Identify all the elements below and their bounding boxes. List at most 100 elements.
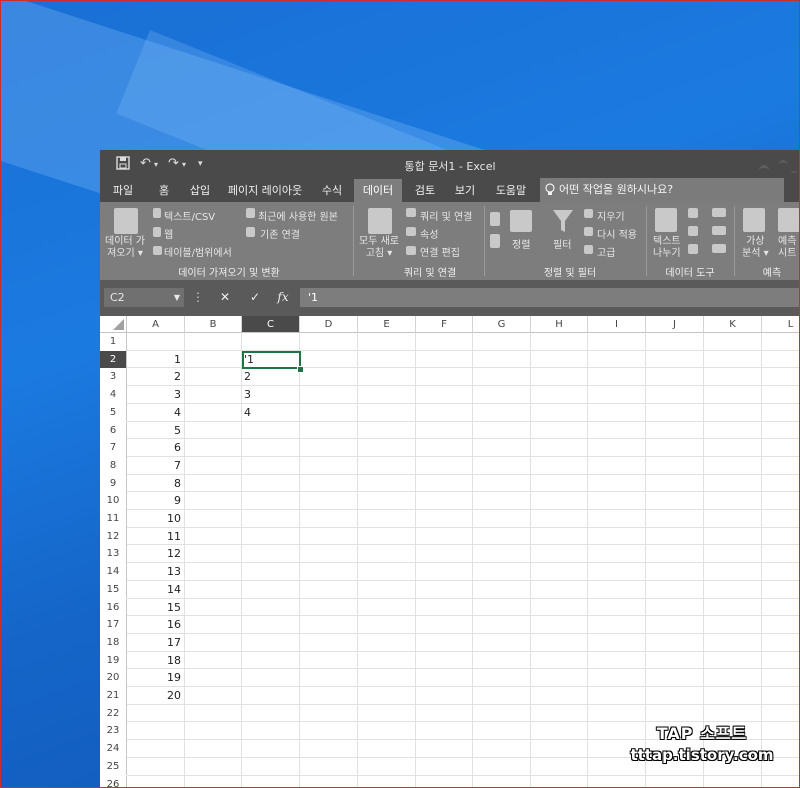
cell-a[interactable]: 11	[127, 528, 181, 546]
sort-asc-icon[interactable]	[490, 212, 500, 226]
row-header[interactable]: 18	[100, 633, 127, 652]
cell-a[interactable]: 17	[127, 634, 181, 652]
select-all-button[interactable]	[100, 316, 127, 333]
properties-button[interactable]: 속성	[420, 226, 438, 241]
row-header[interactable]: 4	[100, 386, 127, 404]
row-header[interactable]: 9	[100, 474, 127, 493]
data-validation-icon[interactable]	[688, 244, 698, 254]
column-header-b[interactable]: B	[185, 316, 242, 333]
flash-fill-icon[interactable]	[688, 208, 698, 218]
column-header-j[interactable]: J	[646, 316, 704, 333]
cell-a[interactable]: 15	[127, 599, 181, 617]
row-header[interactable]: 15	[100, 580, 127, 599]
from-table-button[interactable]: 테이블/범위에서	[164, 244, 232, 259]
cell-c[interactable]: 2	[244, 368, 298, 386]
from-text-csv-button[interactable]: 텍스트/CSV	[164, 208, 215, 223]
enter-icon[interactable]: ✓	[242, 288, 268, 307]
remove-duplicates-icon[interactable]	[688, 226, 698, 236]
cell-a[interactable]: 4	[127, 404, 181, 422]
clear-button[interactable]: 지우기	[597, 208, 625, 223]
column-header-l[interactable]: L	[762, 316, 800, 333]
row-header[interactable]: 10	[100, 492, 127, 510]
cell-a[interactable]: 10	[127, 510, 181, 528]
row-header[interactable]: 1	[100, 333, 127, 351]
column-header-k[interactable]: K	[704, 316, 762, 333]
cell-a[interactable]: 13	[127, 563, 181, 581]
sort-button[interactable]: 정렬	[512, 236, 530, 251]
cell-a[interactable]: 9	[127, 492, 181, 510]
row-header[interactable]: 17	[100, 616, 127, 634]
cell-a[interactable]: 8	[127, 475, 181, 493]
advanced-button[interactable]: 고급	[597, 244, 615, 259]
name-box[interactable]: C2 ▼	[104, 288, 184, 307]
cell-a[interactable]: 16	[127, 616, 181, 634]
tab-help[interactable]: 도움말	[490, 179, 532, 202]
chevron-down-icon[interactable]: ▼	[174, 288, 180, 307]
cell-a[interactable]: 5	[127, 422, 181, 440]
row-header[interactable]: 20	[100, 669, 127, 687]
tab-data[interactable]: 데이터	[354, 179, 402, 202]
row-header[interactable]: 13	[100, 545, 127, 564]
what-if-analysis-button[interactable]: 가상 분석 ▾	[742, 236, 769, 260]
column-header-i[interactable]: I	[588, 316, 646, 333]
queries-connections-button[interactable]: 쿼리 및 연결	[420, 208, 472, 223]
tab-view[interactable]: 보기	[450, 179, 480, 202]
cell-a[interactable]: 1	[127, 351, 181, 369]
row-header[interactable]: 11	[100, 510, 127, 528]
get-data-button[interactable]: 데이터 가 져오기 ▾	[105, 236, 145, 260]
row-header[interactable]: 2	[100, 350, 127, 369]
consolidate-icon[interactable]	[712, 208, 726, 217]
tell-me-search[interactable]: 어떤 작업을 원하시나요?	[540, 178, 784, 202]
row-header[interactable]: 7	[100, 439, 127, 457]
tab-insert[interactable]: 삽입	[184, 179, 216, 202]
existing-connections-button[interactable]: 기존 연결	[260, 226, 300, 241]
cell-a[interactable]: 7	[127, 457, 181, 475]
reapply-button[interactable]: 다시 적용	[597, 226, 637, 241]
row-header[interactable]: 19	[100, 651, 127, 670]
text-to-columns-button[interactable]: 텍스트 나누기	[653, 236, 681, 260]
cancel-icon[interactable]: ✕	[212, 288, 238, 307]
cell-c[interactable]: 3	[244, 386, 298, 404]
insert-function-icon[interactable]: fx	[270, 288, 296, 307]
row-header[interactable]: 26	[100, 775, 127, 788]
row-header[interactable]: 14	[100, 563, 127, 581]
column-header-g[interactable]: G	[473, 316, 531, 333]
tab-file[interactable]: 파일	[108, 179, 138, 202]
row-header[interactable]: 5	[100, 403, 127, 422]
recent-sources-button[interactable]: 최근에 사용한 원본	[258, 208, 338, 223]
forecast-sheet-button[interactable]: 예측 시트	[778, 236, 796, 260]
column-header-c[interactable]: C	[242, 316, 300, 333]
cell-a[interactable]: 20	[127, 687, 181, 705]
tab-formulas[interactable]: 수식	[316, 179, 348, 202]
data-model-icon[interactable]	[712, 244, 726, 253]
more-options-icon[interactable]: ⋮	[192, 288, 204, 307]
cell-a[interactable]: 6	[127, 439, 181, 457]
cell-a[interactable]: 18	[127, 652, 181, 670]
fill-handle[interactable]	[297, 366, 304, 373]
column-header-e[interactable]: E	[358, 316, 416, 333]
cell-a[interactable]: 14	[127, 581, 181, 599]
tab-home[interactable]: 홈	[152, 179, 176, 202]
column-header-a[interactable]: A	[127, 316, 185, 333]
row-header[interactable]: 6	[100, 421, 127, 440]
sort-desc-icon[interactable]	[490, 234, 500, 248]
column-header-h[interactable]: H	[531, 316, 588, 333]
row-header[interactable]: 23	[100, 722, 127, 741]
refresh-all-button[interactable]: 모두 새로 고침 ▾	[359, 236, 399, 260]
column-header-d[interactable]: D	[300, 316, 358, 333]
cell-a[interactable]: 3	[127, 386, 181, 404]
column-header-f[interactable]: F	[416, 316, 473, 333]
row-header[interactable]: 22	[100, 704, 127, 723]
cell-a[interactable]: 12	[127, 545, 181, 563]
row-header[interactable]: 8	[100, 456, 127, 475]
row-header[interactable]: 25	[100, 757, 127, 776]
tab-page-layout[interactable]: 페이지 레이아웃	[226, 179, 304, 202]
row-header[interactable]: 21	[100, 687, 127, 705]
row-header[interactable]: 3	[100, 368, 127, 387]
row-header[interactable]: 12	[100, 527, 127, 546]
filter-button[interactable]: 필터	[553, 236, 571, 251]
cell-c[interactable]: 4	[244, 404, 298, 422]
worksheet-grid[interactable]: A B C D E F G H I J K L 1 2 3 4 5 6 7 8 9 10 11 12 13 14 15 16 17 18 1…	[100, 316, 800, 788]
tab-review[interactable]: 검토	[410, 179, 440, 202]
formula-input[interactable]: '1	[300, 288, 800, 307]
